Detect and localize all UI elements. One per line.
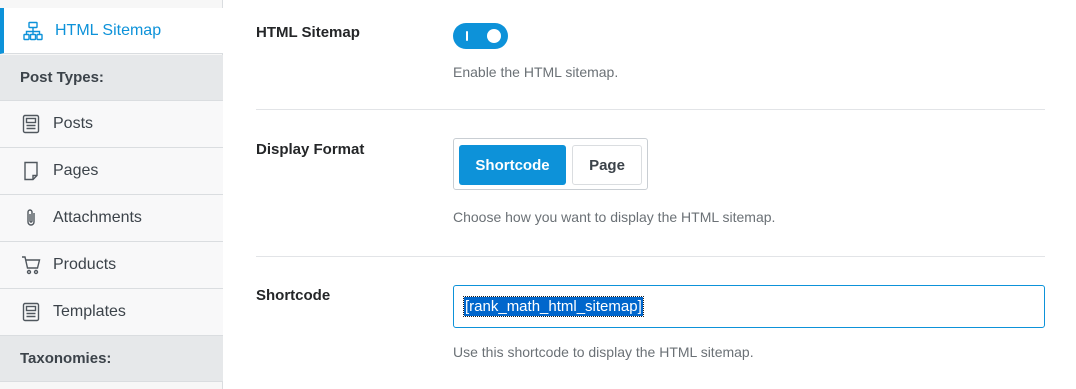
paperclip-icon <box>21 207 41 229</box>
shortcode-value[interactable]: [rank_math_html_sitemap] <box>463 296 644 317</box>
shortcode-field[interactable]: [rank_math_html_sitemap] <box>453 285 1045 328</box>
sidebar-item-label: Pages <box>53 162 99 179</box>
toggle-knob <box>487 29 501 43</box>
shortcode-option-button[interactable]: Shortcode <box>459 145 566 185</box>
sidebar-item-label: Posts <box>53 115 94 132</box>
taxonomies-heading: Taxonomies: <box>0 336 223 382</box>
divider <box>256 256 1045 257</box>
display-format-description: Choose how you want to display the HTML … <box>453 209 776 225</box>
divider <box>256 109 1045 110</box>
html-sitemap-description: Enable the HTML sitemap. <box>453 64 619 80</box>
shortcode-description: Use this shortcode to display the HTML s… <box>453 344 754 360</box>
display-format-label: Display Format <box>256 141 365 158</box>
sitemap-icon <box>23 20 43 42</box>
sidebar-item-label: Templates <box>53 303 126 320</box>
page-option-button[interactable]: Page <box>572 145 642 185</box>
template-icon <box>21 301 41 323</box>
html-sitemap-toggle[interactable] <box>453 23 508 49</box>
display-format-group: Shortcode Page <box>453 138 648 190</box>
cart-icon <box>21 254 41 276</box>
toggle-on-indicator <box>466 31 468 41</box>
sidebar-item-html-sitemap[interactable]: HTML Sitemap <box>0 8 223 54</box>
html-sitemap-label: HTML Sitemap <box>256 24 360 41</box>
sidebar-item-products[interactable]: Products <box>0 242 223 289</box>
page-icon <box>21 160 41 182</box>
document-icon <box>21 113 41 135</box>
sidebar-item-attachments[interactable]: Attachments <box>0 195 223 242</box>
sidebar-item-posts[interactable]: Posts <box>0 101 223 148</box>
sidebar-item-label: Attachments <box>53 209 142 226</box>
sidebar-item-label: Products <box>53 256 117 273</box>
sidebar: HTML Sitemap Post Types: Posts Pages Att… <box>0 0 223 389</box>
sidebar-item-label: HTML Sitemap <box>55 21 162 39</box>
shortcode-label: Shortcode <box>256 287 331 304</box>
sidebar-item-templates[interactable]: Templates <box>0 289 223 336</box>
post-types-heading: Post Types: <box>0 55 223 101</box>
sidebar-item-pages[interactable]: Pages <box>0 148 223 195</box>
